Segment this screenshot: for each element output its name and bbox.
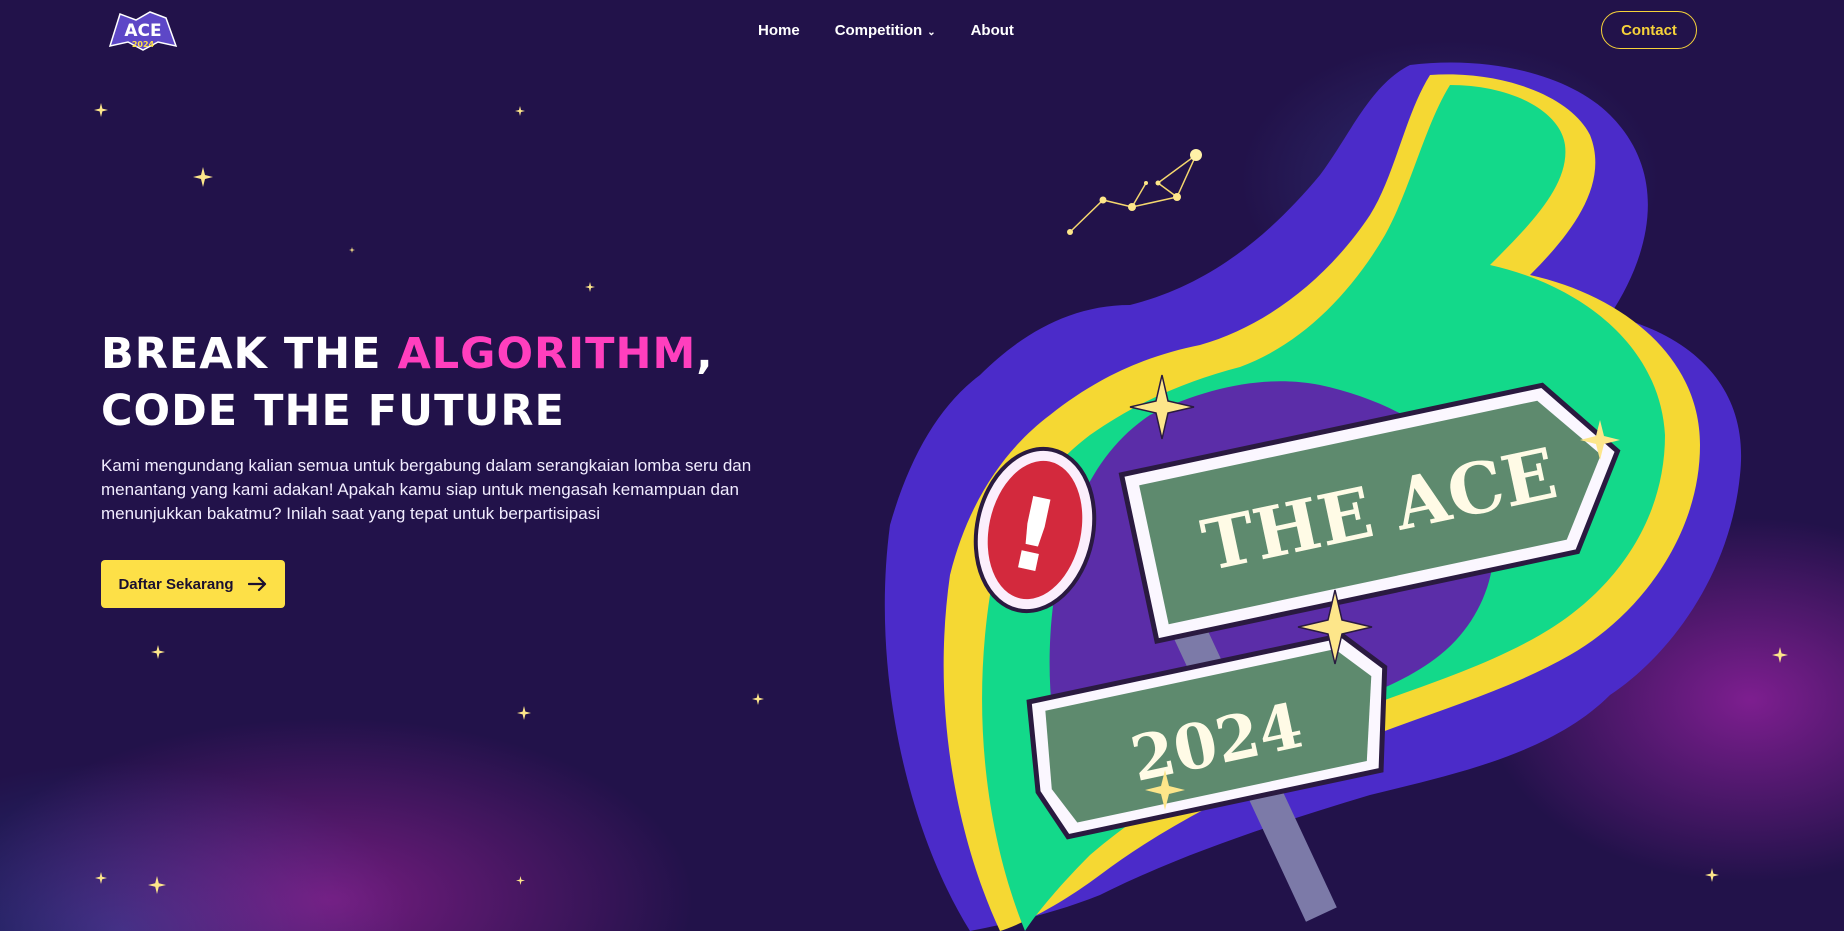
sparkle-icon <box>349 247 355 253</box>
hero-title: Break the Algorithm, Code the Future <box>101 326 861 440</box>
nav-links: Home Competition ⌄ About <box>758 22 1014 39</box>
logo-year: 2024 <box>132 40 155 49</box>
hero-title-highlight: Algorithm <box>397 329 697 379</box>
hero-title-part2: , <box>696 329 714 379</box>
arrow-right-icon <box>247 576 266 592</box>
hero-description: Kami mengundang kalian semua untuk berga… <box>101 456 752 523</box>
sparkle-icon <box>95 872 107 884</box>
nav-home[interactable]: Home <box>758 22 800 39</box>
logo-text: ACE <box>124 21 161 41</box>
chevron-down-icon: ⌄ <box>927 27 936 38</box>
sparkle-icon <box>585 282 595 292</box>
hero-title-line2: Code the Future <box>101 386 565 436</box>
sparkle-icon <box>193 167 213 187</box>
sparkle-icon <box>151 645 165 659</box>
contact-button[interactable]: Contact <box>1601 11 1697 49</box>
sparkle-icon <box>94 103 108 117</box>
nav-competition[interactable]: Competition ⌄ <box>835 22 936 39</box>
register-button[interactable]: Daftar Sekarang <box>101 560 285 608</box>
sparkle-icon <box>515 106 525 116</box>
sparkle-icon <box>517 706 531 720</box>
hero-illustration: ! THE ACE 2024 <box>884 62 1742 931</box>
register-button-label: Daftar Sekarang <box>118 575 234 593</box>
hero-title-part1: Break the <box>101 329 398 379</box>
nav-about[interactable]: About <box>971 22 1014 39</box>
sparkle-icon <box>516 876 525 885</box>
ace-logo[interactable]: ACE 2024 <box>106 8 180 52</box>
nav-competition-label: Competition <box>834 22 923 39</box>
sparkle-icon <box>148 876 166 894</box>
sparkle-icon <box>752 693 764 705</box>
